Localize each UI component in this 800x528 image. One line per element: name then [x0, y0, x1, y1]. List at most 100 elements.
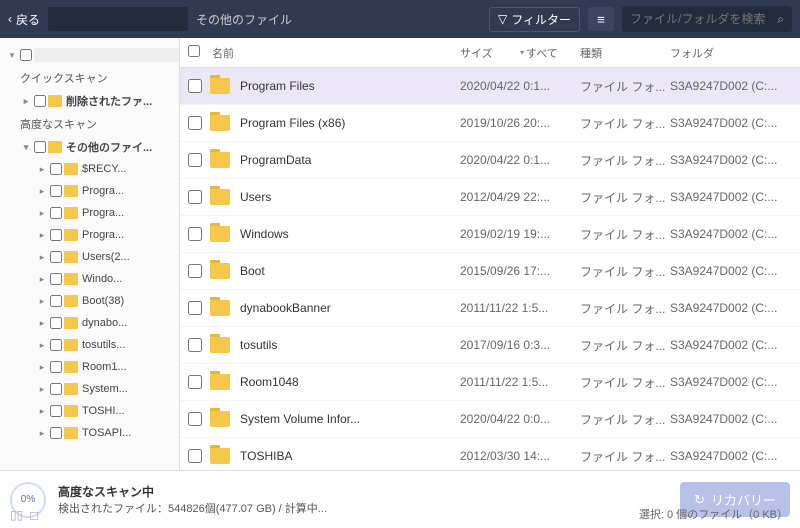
caret-right-icon[interactable]: ▸ — [36, 164, 48, 175]
caret-right-icon[interactable]: ▸ — [36, 384, 48, 395]
file-row[interactable]: Windows 2019/02/19 19:... ファイル フォ... S3A… — [180, 216, 800, 253]
file-checkbox[interactable] — [188, 264, 202, 278]
tree-item-label: $RECY... — [82, 163, 126, 175]
sidebar-item[interactable]: ▸ Room1... — [0, 356, 179, 378]
tree-checkbox[interactable] — [50, 207, 62, 219]
sidebar-other-files[interactable]: ▾ その他のファイ... — [0, 136, 179, 158]
sidebar-root[interactable]: ▾ — [0, 44, 179, 66]
file-folder: S3A9247D002 (C:... — [670, 301, 800, 315]
caret-right-icon[interactable]: ▸ — [36, 208, 48, 219]
search-icon[interactable]: ⌕ — [777, 12, 784, 27]
file-checkbox[interactable] — [188, 412, 202, 426]
tree-checkbox[interactable] — [50, 273, 62, 285]
file-checkbox[interactable] — [188, 301, 202, 315]
tree-checkbox[interactable] — [50, 361, 62, 373]
caret-right-icon[interactable]: ▸ — [36, 318, 48, 329]
select-all-checkbox[interactable] — [188, 45, 200, 57]
caret-right-icon[interactable]: ▸ — [36, 186, 48, 197]
stop-icon[interactable]: ◻ — [29, 508, 39, 522]
tree-checkbox[interactable] — [50, 339, 62, 351]
tree-checkbox[interactable] — [50, 383, 62, 395]
tree-checkbox[interactable] — [50, 295, 62, 307]
caret-right-icon[interactable]: ▸ — [36, 362, 48, 373]
sidebar-item[interactable]: ▸ tosutils... — [0, 334, 179, 356]
file-checkbox[interactable] — [188, 227, 202, 241]
caret-right-icon[interactable]: ▸ — [36, 274, 48, 285]
file-name: Room1048 — [240, 375, 400, 389]
caret-right-icon[interactable]: ▸ — [36, 252, 48, 263]
file-folder: S3A9247D002 (C:... — [670, 227, 800, 241]
search-input[interactable] — [630, 12, 777, 26]
sidebar-item[interactable]: ▸ TOSHI... — [0, 400, 179, 422]
back-button[interactable]: ‹ 戻る — [8, 11, 40, 28]
tree-checkbox[interactable] — [50, 251, 62, 263]
col-folder[interactable]: フォルダ — [670, 45, 800, 61]
caret-right-icon[interactable]: ▸ — [36, 406, 48, 417]
caret-right-icon[interactable]: ▸ — [36, 428, 48, 439]
sidebar-item[interactable]: ▸ Progra... — [0, 202, 179, 224]
file-checkbox[interactable] — [188, 116, 202, 130]
sidebar-item[interactable]: ▸ Boot(38) — [0, 290, 179, 312]
file-checkbox[interactable] — [188, 153, 202, 167]
file-checkbox[interactable] — [188, 338, 202, 352]
path-input[interactable] — [48, 7, 188, 31]
file-checkbox[interactable] — [188, 375, 202, 389]
caret-right-icon[interactable]: ▸ — [36, 296, 48, 307]
view-list-button[interactable]: ≡ — [588, 7, 614, 31]
pause-icon[interactable]: ▯▯ — [10, 508, 23, 522]
caret-right-icon[interactable]: ▸ — [20, 96, 32, 107]
deleted-checkbox[interactable] — [34, 95, 46, 107]
folder-icon — [64, 251, 78, 263]
sidebar-item[interactable]: ▸ Progra... — [0, 224, 179, 246]
file-row[interactable]: Users 2012/04/29 22:... ファイル フォ... S3A92… — [180, 179, 800, 216]
quick-scan-label[interactable]: クイックスキャン — [0, 66, 179, 90]
tree-checkbox[interactable] — [50, 185, 62, 197]
tree-checkbox[interactable] — [50, 317, 62, 329]
other-checkbox[interactable] — [34, 141, 46, 153]
root-checkbox[interactable] — [20, 49, 32, 61]
caret-right-icon[interactable]: ▸ — [36, 340, 48, 351]
sidebar-item[interactable]: ▸ Users(2... — [0, 246, 179, 268]
tree-checkbox[interactable] — [50, 427, 62, 439]
file-checkbox[interactable] — [188, 190, 202, 204]
col-type[interactable]: 種類 — [580, 45, 670, 61]
file-row[interactable]: Boot 2015/09/26 17:... ファイル フォ... S3A924… — [180, 253, 800, 290]
root-item-placeholder — [34, 48, 179, 62]
tree-checkbox[interactable] — [50, 405, 62, 417]
file-checkbox[interactable] — [188, 79, 202, 93]
sidebar-item[interactable]: ▸ $RECY... — [0, 158, 179, 180]
file-row[interactable]: Program Files (x86) 2019/10/26 20:... ファ… — [180, 105, 800, 142]
sidebar-item[interactable]: ▸ System... — [0, 378, 179, 400]
file-row[interactable]: TOSHIBA 2012/03/30 14:... ファイル フォ... S3A… — [180, 438, 800, 470]
caret-down-icon[interactable]: ▾ — [6, 50, 18, 61]
col-name[interactable]: 名前 — [212, 45, 460, 61]
file-name: ProgramData — [240, 153, 400, 167]
sidebar-item[interactable]: ▸ TOSAPI... — [0, 422, 179, 444]
file-row[interactable]: Program Files 2020/04/22 0:1... ファイル フォ.… — [180, 68, 800, 105]
col-all[interactable]: ▾すべて — [520, 45, 580, 61]
filter-button[interactable]: ▽ フィルター — [489, 7, 580, 32]
caret-down-icon[interactable]: ▾ — [20, 142, 32, 153]
sidebar-item[interactable]: ▸ dynabo... — [0, 312, 179, 334]
tree-checkbox[interactable] — [50, 229, 62, 241]
col-size[interactable]: サイズ — [460, 45, 520, 61]
sidebar-item[interactable]: ▸ Progra... — [0, 180, 179, 202]
chevron-left-icon: ‹ — [8, 12, 12, 26]
search-box[interactable]: ⌕ — [622, 6, 792, 32]
file-row[interactable]: System Volume Infor... 2020/04/22 0:0...… — [180, 401, 800, 438]
advanced-scan-label[interactable]: 高度なスキャン — [0, 112, 179, 136]
file-date: 2015/09/26 17:... — [460, 264, 580, 278]
sidebar-item[interactable]: ▸ Windo... — [0, 268, 179, 290]
file-name: TOSHIBA — [240, 449, 400, 463]
file-row[interactable]: tosutils 2017/09/16 0:3... ファイル フォ... S3… — [180, 327, 800, 364]
folder-icon — [210, 263, 230, 279]
tree-checkbox[interactable] — [50, 163, 62, 175]
file-row[interactable]: Room1048 2011/11/22 1:5... ファイル フォ... S3… — [180, 364, 800, 401]
sidebar-deleted-files[interactable]: ▸ 削除されたファ... — [0, 90, 179, 112]
file-folder: S3A9247D002 (C:... — [670, 375, 800, 389]
caret-right-icon[interactable]: ▸ — [36, 230, 48, 241]
file-row[interactable]: ProgramData 2020/04/22 0:1... ファイル フォ...… — [180, 142, 800, 179]
file-checkbox[interactable] — [188, 449, 202, 463]
file-row[interactable]: dynabookBanner 2011/11/22 1:5... ファイル フォ… — [180, 290, 800, 327]
folder-icon — [64, 207, 78, 219]
